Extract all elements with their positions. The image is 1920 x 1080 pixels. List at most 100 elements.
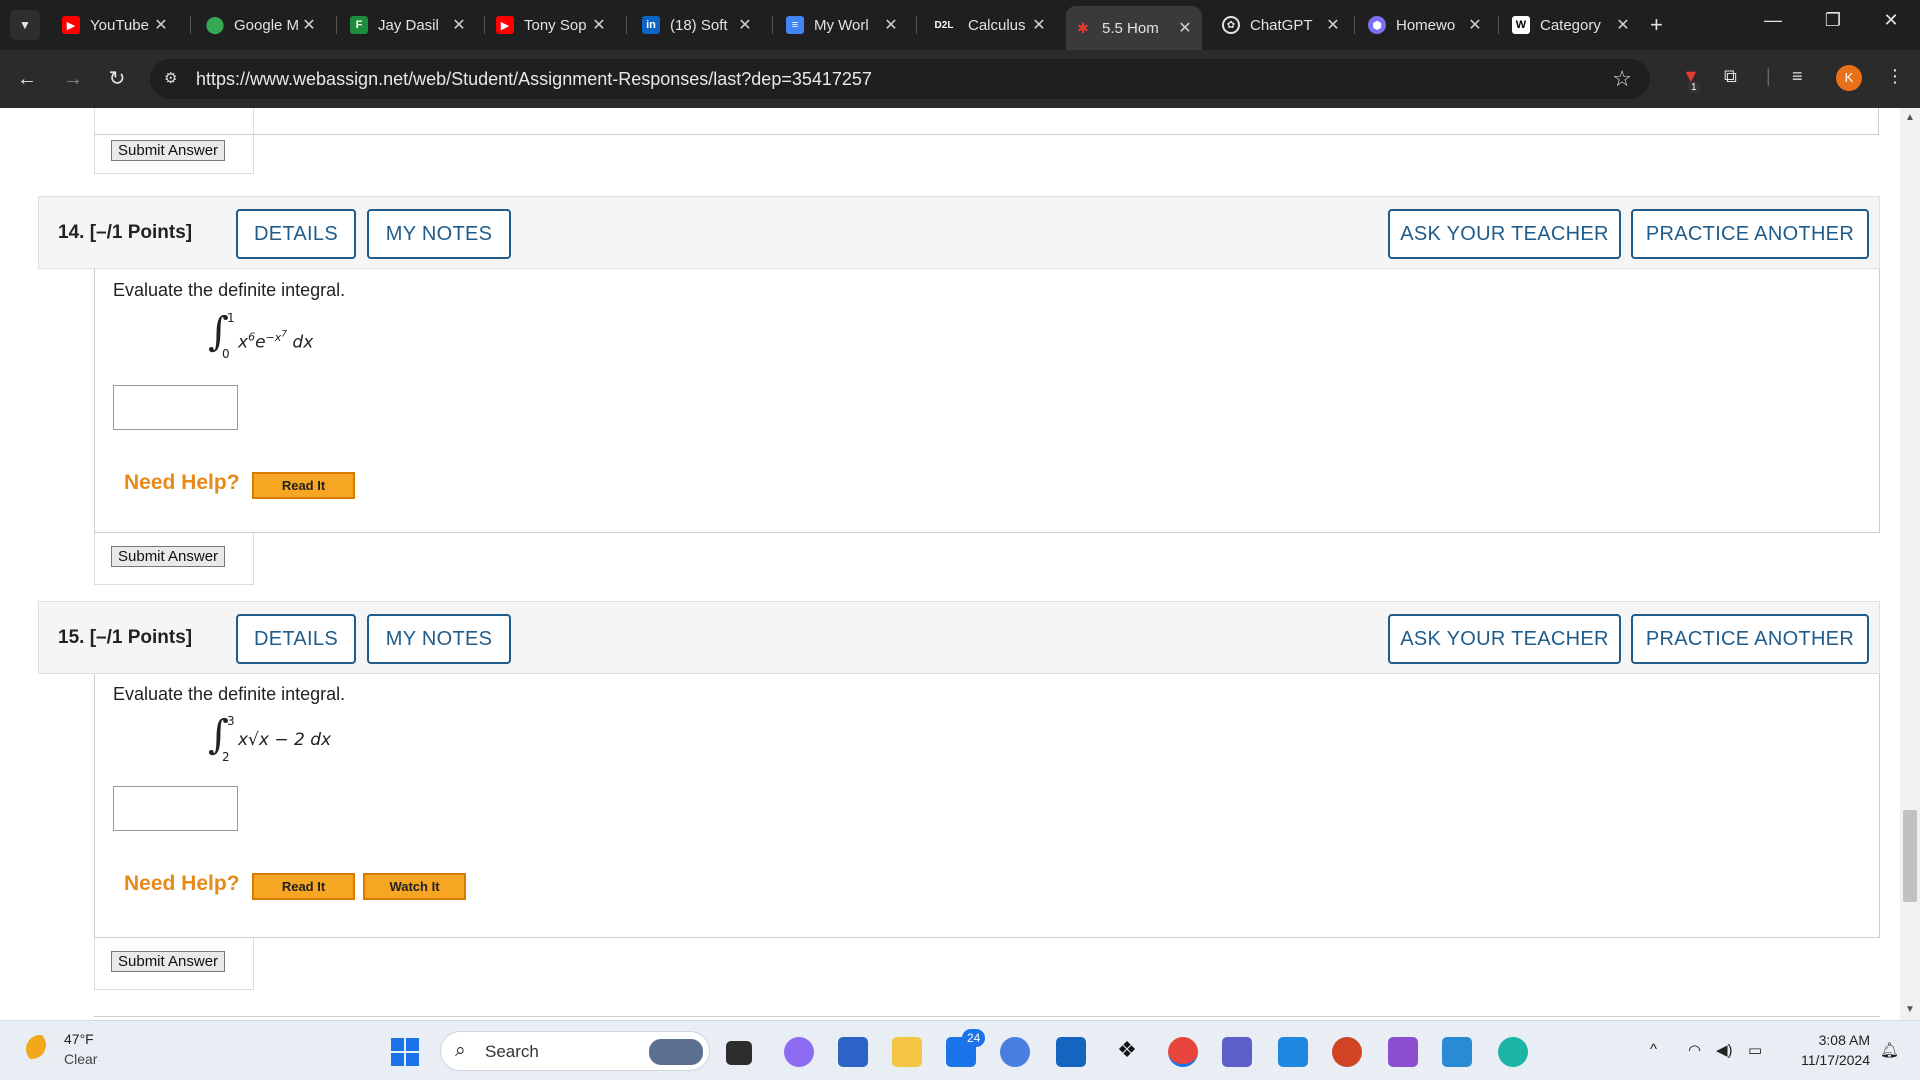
read-it-button[interactable]: Read It [252,873,355,900]
submit-answer-button[interactable]: Submit Answer [111,140,226,161]
need-help-label: Need Help? [124,872,240,895]
profile-avatar[interactable]: K [1836,65,1862,91]
visual-studio-icon[interactable] [1388,1037,1418,1067]
scrollbar-thumb[interactable] [1903,810,1917,902]
browser-tab-bar: ▼ ▶ YouTube ✕ ⬤ Google M ✕ F Jay Dasil ✕… [0,0,1920,50]
tab-close-icon[interactable]: ✕ [588,15,610,35]
tab-close-icon[interactable]: ✕ [1612,15,1634,35]
need-help-label: Need Help? [124,471,240,494]
url-text[interactable]: https://www.webassign.net/web/Student/As… [196,69,872,90]
weather-moon-icon[interactable] [26,1035,54,1063]
tab-close-icon[interactable]: ✕ [734,15,756,35]
forward-arrow-icon[interactable]: → [58,64,88,94]
ask-your-teacher-button[interactable]: ASK YOUR TEACHER [1388,614,1621,664]
ask-your-teacher-button[interactable]: ASK YOUR TEACHER [1388,209,1621,259]
d2l-icon: D2L [934,19,954,31]
submit-answer-button[interactable]: Submit Answer [111,951,226,972]
s-app-icon[interactable] [1056,1037,1086,1067]
tab-jay-dasil[interactable]: F Jay Dasil ✕ [342,8,476,42]
chrome-icon[interactable] [1168,1037,1198,1067]
practice-another-button[interactable]: PRACTICE ANOTHER [1631,209,1869,259]
clock-time[interactable]: 3:08 AM [1810,1032,1870,1048]
question-prompt: Evaluate the definite integral. [113,684,346,704]
answer-input[interactable] [113,385,238,430]
tab-tony-sop[interactable]: ▶ Tony Sop ✕ [488,8,616,42]
close-window-icon[interactable]: ✕ [1876,10,1906,31]
scroll-up-icon[interactable]: ▲ [1905,112,1915,123]
tab-category[interactable]: W Category ✕ [1504,8,1640,42]
powerpoint-icon[interactable] [1332,1037,1362,1067]
new-tab-plus-icon[interactable]: + [1650,12,1663,38]
practice-another-button[interactable]: PRACTICE ANOTHER [1631,614,1869,664]
webassign-page: Submit Answer 14. [–/1 Points] DETAILS M… [0,108,1920,1020]
dropbox-icon[interactable]: ❖ [1112,1037,1142,1067]
browser-toolbar: ← → ↻ ⚙ https://www.webassign.net/web/St… [0,50,1920,108]
edge-icon[interactable] [1498,1037,1528,1067]
tray-chevron-icon[interactable]: ^ [1650,1041,1657,1058]
clock-date[interactable]: 11/17/2024 [1785,1052,1870,1068]
battery-icon[interactable]: ▭ [1748,1041,1762,1059]
media-control-icon[interactable]: ≡ [1792,66,1803,87]
wifi-icon[interactable]: ◠ [1688,1041,1701,1059]
question-14-submit-area: Submit Answer [94,533,254,585]
linkedin-icon: in [642,16,660,34]
integral-expression: ∫ 3 2 x√x − 2 dx [208,712,408,772]
file-explorer-icon[interactable] [892,1037,922,1067]
windows-start-icon[interactable] [391,1038,419,1066]
tab-youtube[interactable]: ▶ YouTube ✕ [54,8,178,42]
search-highlight-image [649,1039,703,1065]
my-notes-button[interactable]: MY NOTES [367,614,511,664]
hexagon-icon: ⬢ [1368,16,1386,34]
answer-input[interactable] [113,786,238,831]
kebab-menu-icon[interactable]: ⋮ [1886,66,1904,87]
reload-icon[interactable]: ↻ [102,64,132,94]
question-14-header: 14. [–/1 Points] DETAILS MY NOTES ASK YO… [38,196,1880,269]
tab-close-icon[interactable]: ✕ [448,15,470,35]
notification-bell-icon[interactable]: 🔔︎ [1880,1041,1899,1059]
app-icon[interactable] [1000,1037,1030,1067]
extensions-puzzle-icon[interactable]: ⧉ [1724,66,1737,87]
tab-close-icon[interactable]: ✕ [1322,15,1344,35]
teams-icon[interactable] [1222,1037,1252,1067]
tab-close-icon[interactable]: ✕ [1174,18,1196,38]
tab-linkedin[interactable]: in (18) Soft ✕ [634,8,762,42]
photos-icon[interactable] [1442,1037,1472,1067]
volume-icon[interactable]: ◀) [1716,1041,1733,1059]
scroll-down-icon[interactable]: ▼ [1905,1004,1915,1015]
taskbar-search[interactable]: ⌕ Search [440,1031,710,1071]
tab-webassign-active[interactable]: ✱ 5.5 Hom ✕ [1066,6,1202,50]
copilot-icon[interactable] [784,1037,814,1067]
tab-close-icon[interactable]: ✕ [150,15,172,35]
tab-google-maps[interactable]: ⬤ Google M ✕ [198,8,326,42]
store-icon[interactable] [838,1037,868,1067]
tab-close-icon[interactable]: ✕ [880,15,902,35]
tab-my-world[interactable]: ≡ My Worl ✕ [778,8,908,42]
tab-search-chevron-icon[interactable]: ▼ [10,10,40,40]
weather-temperature[interactable]: 47°F [64,1031,94,1047]
tab-chatgpt[interactable]: ✿ ChatGPT ✕ [1214,8,1350,42]
minimize-icon[interactable]: — [1758,10,1788,31]
vscode-icon[interactable] [1278,1037,1308,1067]
sheet-icon: F [350,16,368,34]
tab-calculus[interactable]: D2L Calculus ✕ [922,8,1056,42]
back-arrow-icon[interactable]: ← [12,64,42,94]
tab-homework[interactable]: ⬢ Homewo ✕ [1360,8,1492,42]
my-notes-button[interactable]: MY NOTES [367,209,511,259]
bookmark-star-icon[interactable]: ☆ [1612,66,1632,92]
restore-icon[interactable]: ❐ [1818,10,1848,31]
address-bar[interactable]: ⚙ https://www.webassign.net/web/Student/… [150,59,1650,99]
watch-it-button[interactable]: Watch It [363,873,466,900]
details-button[interactable]: DETAILS [236,209,356,259]
submit-answer-button[interactable]: Submit Answer [111,546,226,567]
read-it-button[interactable]: Read It [252,472,355,499]
tab-close-icon[interactable]: ✕ [298,15,320,35]
question-prompt: Evaluate the definite integral. [113,280,346,300]
site-info-icon[interactable]: ⚙ [164,69,177,87]
details-button[interactable]: DETAILS [236,614,356,664]
tab-close-icon[interactable]: ✕ [1464,15,1486,35]
weather-condition[interactable]: Clear [64,1051,97,1067]
page-scrollbar[interactable]: ▲ ▼ [1900,108,1920,1020]
tab-close-icon[interactable]: ✕ [1028,15,1050,35]
integrand: x6e−x7 dx [238,329,314,353]
task-view-icon[interactable] [726,1041,752,1065]
